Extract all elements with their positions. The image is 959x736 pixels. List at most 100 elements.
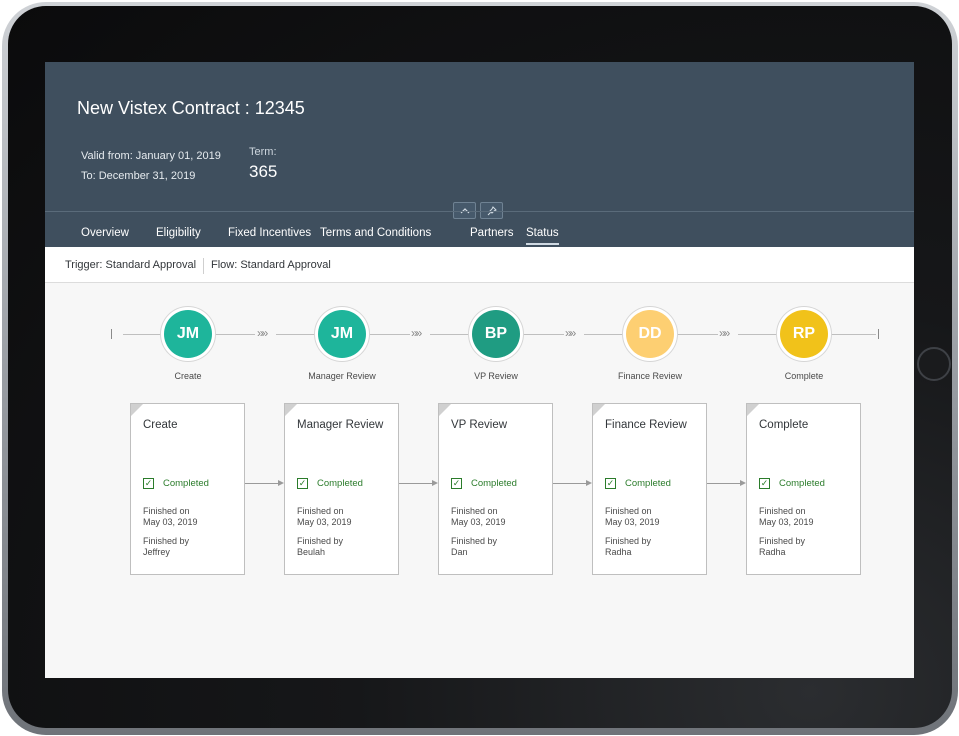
finished-on-label: Finished on — [759, 506, 806, 516]
tab-partners[interactable]: Partners — [470, 227, 513, 239]
node-label: VP Review — [474, 371, 518, 381]
timeline-line — [276, 334, 316, 335]
node-label: Create — [174, 371, 202, 381]
header-divider — [45, 211, 914, 212]
status-text: Completed — [471, 478, 517, 489]
card-title: Complete — [759, 419, 809, 431]
card-fold — [747, 404, 759, 416]
card-fold — [593, 404, 605, 416]
trigger-label: Trigger: Standard Approval — [65, 259, 197, 271]
connector-arrow — [707, 483, 740, 484]
step-card[interactable]: VP Review ✓ Completed Finished on May 03… — [438, 403, 553, 575]
node-label: Complete — [784, 371, 824, 381]
checkbox-checked-icon: ✓ — [451, 478, 462, 489]
timeline-line — [738, 334, 778, 335]
finished-by-label: Finished by — [297, 536, 344, 546]
timeline-line — [676, 334, 718, 335]
approval-flow: »» »» »» »» JM JM BP DD RP Create Manage… — [45, 284, 914, 678]
tab-bar: Overview Eligibility Fixed Incentives Te… — [45, 218, 914, 247]
status-text: Completed — [317, 478, 363, 489]
card-title: Create — [143, 419, 178, 431]
timeline-start-tick — [111, 329, 112, 339]
timeline-line — [584, 334, 624, 335]
finished-by-value: Jeffrey — [143, 547, 170, 557]
timeline-line — [430, 334, 470, 335]
node-avatar[interactable]: RP — [780, 310, 828, 358]
finished-on-label: Finished on — [143, 506, 190, 516]
node-avatar[interactable]: JM — [164, 310, 212, 358]
object-header: New Vistex Contract : 12345 Valid from: … — [45, 62, 914, 247]
app-screen: New Vistex Contract : 12345 Valid from: … — [45, 62, 914, 678]
checkbox-checked-icon: ✓ — [759, 478, 770, 489]
finished-by-label: Finished by — [759, 536, 806, 546]
status-text: Completed — [779, 478, 825, 489]
valid-to: To: December 31, 2019 — [81, 170, 196, 182]
finished-by-value: Dan — [451, 547, 468, 557]
finished-on-value: May 03, 2019 — [143, 517, 198, 527]
card-title: Manager Review — [297, 419, 384, 431]
finished-by-value: Radha — [605, 547, 632, 557]
timeline-line — [830, 334, 876, 335]
arrow-right-icon — [278, 480, 284, 486]
flow-label: Flow: Standard Approval — [211, 259, 331, 271]
flow-info-bar: Trigger: Standard Approval Flow: Standar… — [45, 247, 914, 283]
term-value: 365 — [249, 162, 278, 181]
home-button — [917, 347, 951, 381]
node-avatar[interactable]: JM — [318, 310, 366, 358]
page-title: New Vistex Contract : 12345 — [77, 98, 305, 118]
timeline-line — [522, 334, 564, 335]
finished-on-value: May 03, 2019 — [759, 517, 814, 527]
tab-status[interactable]: Status — [526, 227, 559, 245]
finished-by-label: Finished by — [605, 536, 652, 546]
tab-overview[interactable]: Overview — [81, 227, 129, 239]
finished-on-value: May 03, 2019 — [451, 517, 506, 527]
finished-on-label: Finished on — [605, 506, 652, 516]
timeline-line — [215, 334, 255, 335]
card-fold — [439, 404, 451, 416]
chevron-double-right-icon: »» — [565, 326, 576, 340]
step-card[interactable]: Create ✓ Completed Finished on May 03, 2… — [130, 403, 245, 575]
card-fold — [285, 404, 297, 416]
term-label: Term: — [249, 146, 277, 158]
timeline-line — [368, 334, 410, 335]
separator — [203, 258, 204, 274]
node-label: Finance Review — [617, 371, 683, 381]
arrow-right-icon — [740, 480, 746, 486]
tablet-device: New Vistex Contract : 12345 Valid from: … — [0, 0, 959, 736]
node-avatar[interactable]: DD — [626, 310, 674, 358]
tab-fixed-incentives[interactable]: Fixed Incentives — [228, 227, 311, 239]
status-text: Completed — [625, 478, 671, 489]
finished-on-label: Finished on — [297, 506, 344, 516]
step-card[interactable]: Manager Review ✓ Completed Finished on M… — [284, 403, 399, 575]
timeline-end-tick — [878, 329, 879, 339]
step-card[interactable]: Complete ✓ Completed Finished on May 03,… — [746, 403, 861, 575]
chevron-double-right-icon: »» — [257, 326, 268, 340]
validity-dates: Valid from: January 01, 2019 To: Decembe… — [81, 146, 221, 186]
node-avatar[interactable]: BP — [472, 310, 520, 358]
chevron-double-right-icon: »» — [719, 326, 730, 340]
checkbox-checked-icon: ✓ — [143, 478, 154, 489]
finished-by-label: Finished by — [143, 536, 190, 546]
valid-from: Valid from: January 01, 2019 — [81, 150, 221, 162]
connector-arrow — [553, 483, 586, 484]
finished-on-value: May 03, 2019 — [297, 517, 352, 527]
card-fold — [131, 404, 143, 416]
step-card[interactable]: Finance Review ✓ Completed Finished on M… — [592, 403, 707, 575]
chevron-double-right-icon: »» — [411, 326, 422, 340]
timeline-line — [123, 334, 163, 335]
arrow-right-icon — [432, 480, 438, 486]
checkbox-checked-icon: ✓ — [605, 478, 616, 489]
finished-on-label: Finished on — [451, 506, 498, 516]
tab-eligibility[interactable]: Eligibility — [156, 227, 201, 239]
node-label: Manager Review — [308, 371, 376, 381]
finished-by-value: Radha — [759, 547, 786, 557]
status-text: Completed — [163, 478, 209, 489]
connector-arrow — [245, 483, 278, 484]
finished-on-value: May 03, 2019 — [605, 517, 660, 527]
arrow-right-icon — [586, 480, 592, 486]
checkbox-checked-icon: ✓ — [297, 478, 308, 489]
card-title: Finance Review — [605, 419, 687, 431]
card-title: VP Review — [451, 419, 508, 431]
finished-by-label: Finished by — [451, 536, 498, 546]
tab-terms-and-conditions[interactable]: Terms and Conditions — [320, 227, 431, 239]
